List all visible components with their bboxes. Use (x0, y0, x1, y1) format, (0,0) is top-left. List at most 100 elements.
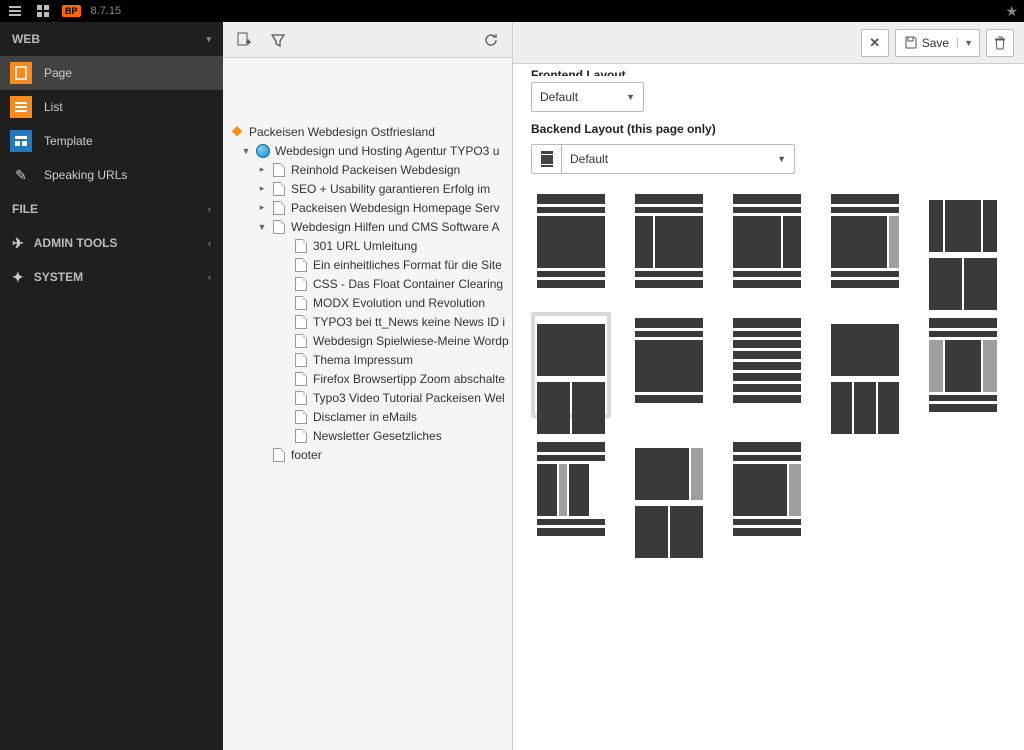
section-admin-tools[interactable]: ✈ ADMIN TOOLS ‹ (0, 226, 223, 260)
chevron-left-icon: ‹ (208, 238, 211, 248)
tree-subpage[interactable]: Ein einheitliches Format für die Site (229, 255, 512, 274)
expand-icon[interactable]: ▸ (257, 164, 267, 175)
tree-label: SEO + Usability garantieren Erfolg im (291, 182, 490, 196)
delete-button[interactable] (986, 29, 1014, 57)
layout-option[interactable] (923, 312, 1003, 418)
tree-root[interactable]: ❖ Packeisen Webdesign Ostfriesland (229, 122, 512, 141)
layout-option[interactable] (727, 436, 807, 542)
page-icon (295, 353, 307, 367)
tree-page[interactable]: ▼ Webdesign Hilfen und CMS Software A (229, 217, 512, 236)
layout-option[interactable] (629, 312, 709, 418)
layout-option[interactable] (531, 188, 611, 294)
backend-layout-grid (531, 188, 1006, 542)
filter-button[interactable] (265, 27, 291, 53)
tree-subpage[interactable]: 301 URL Umleitung (229, 236, 512, 255)
tree-label: Typo3 Video Tutorial Packeisen Wel (313, 391, 505, 405)
backend-layout-label: Backend Layout (this page only) (531, 122, 1006, 136)
tree-site-root[interactable]: ▼ Webdesign und Hosting Agentur TYPO3 u (229, 141, 512, 160)
tree-page[interactable]: ▸Reinhold Packeisen Webdesign (229, 160, 512, 179)
wrench-icon: ✦ (12, 269, 24, 286)
tree-label: Webdesign Hilfen und CMS Software A (291, 220, 500, 234)
section-system[interactable]: ✦ SYSTEM ‹ (0, 260, 223, 294)
menu-icon[interactable] (6, 2, 24, 20)
section-file[interactable]: FILE ‹ (0, 192, 223, 226)
tree-subpage[interactable]: Firefox Browsertipp Zoom abschalte (229, 369, 512, 388)
speaking-urls-icon: ✎ (10, 164, 32, 186)
refresh-button[interactable] (478, 27, 504, 53)
doc-toolbar: ✕ Save ▼ (513, 22, 1024, 64)
version-label: 8.7.15 (91, 5, 122, 17)
page-icon (273, 163, 285, 177)
page-tree: ❖ Packeisen Webdesign Ostfriesland ▼ Web… (223, 116, 512, 750)
modules-icon[interactable] (34, 2, 52, 20)
page-icon (295, 391, 307, 405)
page-icon (295, 258, 307, 272)
page-icon (273, 448, 285, 462)
tree-page[interactable]: ▸ SEO + Usability garantieren Erfolg im (229, 179, 512, 198)
new-page-button[interactable] (231, 27, 257, 53)
tree-subpage[interactable]: Thema Impressum (229, 350, 512, 369)
module-template[interactable]: Template (0, 124, 223, 158)
expand-icon[interactable]: ▼ (257, 222, 267, 232)
typo3-icon: ❖ (231, 124, 243, 140)
tree-label: Firefox Browsertipp Zoom abschalte (313, 372, 505, 386)
page-icon (295, 296, 307, 310)
backend-layout-select[interactable]: Default ▼ (561, 144, 795, 174)
tree-page[interactable]: footer (229, 445, 512, 464)
page-icon (10, 62, 32, 84)
layout-option[interactable] (825, 312, 905, 418)
tree-subpage[interactable]: CSS - Das Float Container Clearing (229, 274, 512, 293)
tree-subpage[interactable]: Typo3 Video Tutorial Packeisen Wel (229, 388, 512, 407)
tree-subpage[interactable]: Newsletter Gesetzliches (229, 426, 512, 445)
tree-subpage[interactable]: Webdesign Spielwiese-Meine Wordp (229, 331, 512, 350)
page-icon (273, 182, 285, 196)
chevron-left-icon: ‹ (208, 204, 211, 214)
module-label: Page (44, 66, 72, 80)
chevron-left-icon: ‹ (208, 272, 211, 282)
module-speaking-urls[interactable]: ✎ Speaking URLs (0, 158, 223, 192)
layout-option[interactable] (531, 312, 611, 418)
tree-label: Ein einheitliches Format für die Site (313, 258, 502, 272)
module-label: List (44, 100, 63, 114)
frontend-layout-label-cut: Frontend Layout (531, 68, 1006, 76)
bookmark-icon[interactable]: ★ (1005, 3, 1018, 20)
page-icon (295, 372, 307, 386)
tree-label: Packeisen Webdesign Ostfriesland (249, 125, 435, 139)
section-web[interactable]: WEB ▾ (0, 22, 223, 56)
page-icon (295, 429, 307, 443)
select-value: Default (570, 152, 608, 166)
bp-badge: BP (62, 5, 81, 17)
module-label: Speaking URLs (44, 168, 127, 182)
module-page[interactable]: Page (0, 56, 223, 90)
layout-option[interactable] (629, 436, 709, 542)
globe-icon (256, 144, 270, 158)
save-button[interactable]: Save ▼ (895, 29, 980, 57)
tree-subpage[interactable]: MODX Evolution und Revolution (229, 293, 512, 312)
layout-option[interactable] (629, 188, 709, 294)
frontend-layout-select[interactable]: Default ▼ (531, 82, 644, 112)
tree-subpage[interactable]: Disclamer in eMails (229, 407, 512, 426)
page-icon (273, 220, 285, 234)
page-tree-panel: ❖ Packeisen Webdesign Ostfriesland ▼ Web… (223, 22, 513, 750)
tree-subpage[interactable]: TYPO3 bei tt_News keine News ID i (229, 312, 512, 331)
chevron-down-icon: ▼ (777, 154, 786, 164)
layout-option[interactable] (727, 312, 807, 418)
tree-label: Packeisen Webdesign Homepage Serv (291, 201, 500, 215)
tree-page[interactable]: ▸ Packeisen Webdesign Homepage Serv (229, 198, 512, 217)
save-dropdown[interactable]: ▼ (957, 38, 979, 48)
layout-option[interactable] (923, 188, 1003, 294)
layout-option[interactable] (531, 436, 611, 542)
expand-icon[interactable]: ▸ (257, 183, 267, 194)
select-value: Default (540, 90, 578, 104)
tree-label: MODX Evolution und Revolution (313, 296, 485, 310)
close-button[interactable]: ✕ (861, 29, 889, 57)
layout-option[interactable] (825, 188, 905, 294)
template-icon (10, 130, 32, 152)
collapse-icon[interactable]: ▼ (241, 146, 251, 156)
tree-label: CSS - Das Float Container Clearing (313, 277, 503, 291)
tree-label: Webdesign und Hosting Agentur TYPO3 u (275, 144, 499, 158)
layout-option[interactable] (727, 188, 807, 294)
page-icon (295, 239, 307, 253)
module-list[interactable]: List (0, 90, 223, 124)
expand-icon[interactable]: ▸ (257, 202, 267, 213)
